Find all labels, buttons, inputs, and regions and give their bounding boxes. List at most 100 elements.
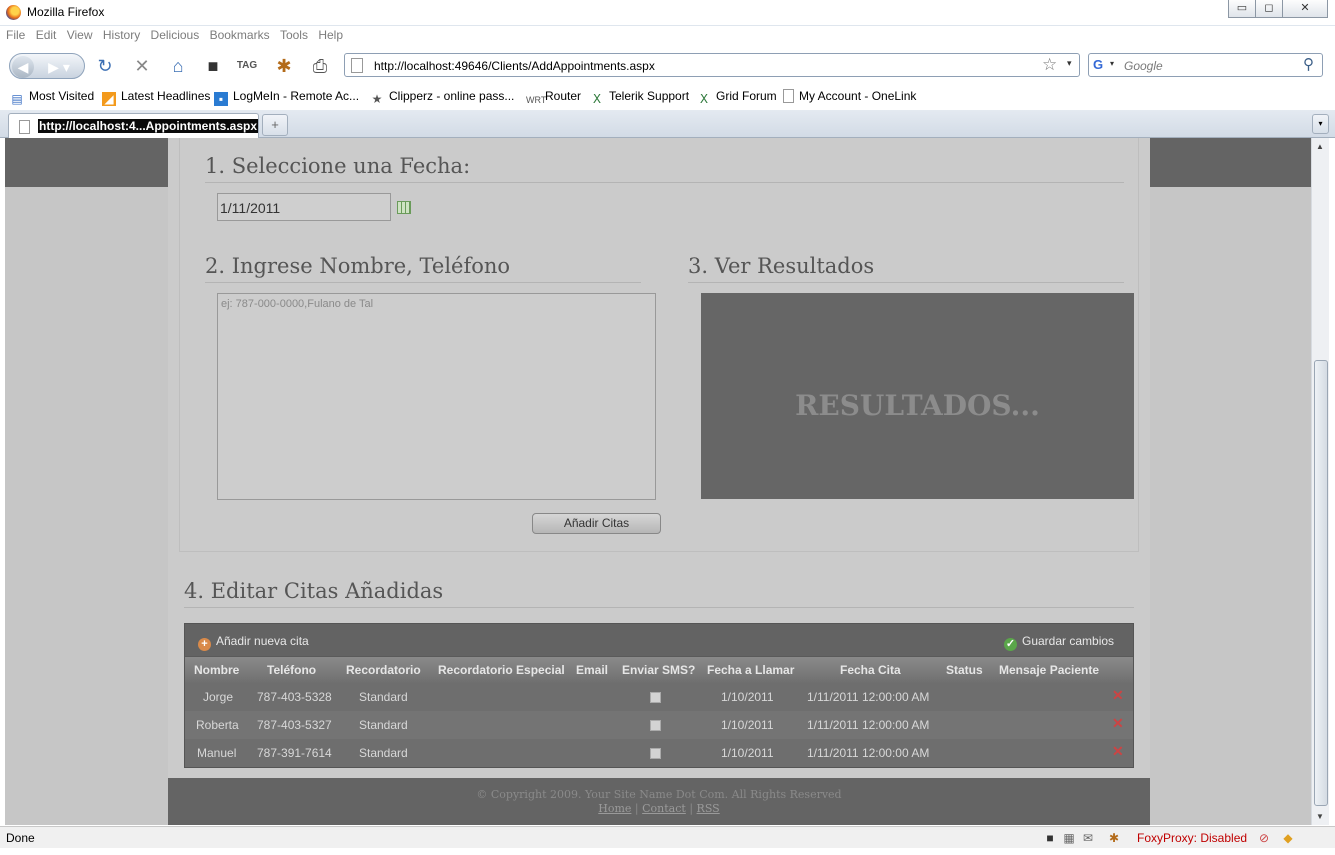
- menu-bar: File Edit View History Delicious Bookmar…: [6, 28, 350, 48]
- scroll-down-icon[interactable]: ▼: [1316, 812, 1324, 821]
- tab-label: http://localhost:4...Appointments.aspx: [38, 119, 259, 133]
- bookmark-telerik-support[interactable]: Ⅹ Telerik Support: [590, 89, 689, 106]
- menu-view[interactable]: View: [67, 28, 93, 42]
- footer-separator: |: [634, 802, 639, 815]
- copyright-text: © Copyright 2009. Your Site Name Dot Com…: [476, 788, 842, 801]
- google-icon[interactable]: G: [1093, 57, 1109, 73]
- names-phones-textarea[interactable]: ej: 787-000-0000,Fulano de Tal: [217, 293, 656, 500]
- bookmark-latest-headlines[interactable]: ◢ Latest Headlines: [102, 89, 210, 106]
- col-header-recordatorio[interactable]: Recordatorio: [346, 663, 421, 677]
- footer-link-contact[interactable]: Contact: [642, 802, 686, 815]
- addon-icon[interactable]: ◆: [1281, 831, 1295, 845]
- footer-link-home[interactable]: Home: [598, 802, 631, 815]
- stop-icon[interactable]: ✕: [131, 55, 153, 77]
- menu-help[interactable]: Help: [318, 28, 343, 42]
- bookmark-clipperz[interactable]: ★ Clipperz - online pass...: [370, 89, 515, 106]
- footer-link-rss[interactable]: RSS: [697, 802, 720, 815]
- reload-icon[interactable]: ↻: [94, 55, 116, 77]
- grid-status-icon[interactable]: ▦: [1062, 831, 1076, 845]
- menu-delicious[interactable]: Delicious: [151, 28, 200, 42]
- step2-heading: 2. Ingrese Nombre, Teléfono: [205, 254, 641, 283]
- router-icon: WRT: [526, 95, 547, 105]
- col-header-nombre[interactable]: Nombre: [194, 663, 239, 677]
- menu-file[interactable]: File: [6, 28, 25, 42]
- delete-icon[interactable]: ✕: [1112, 743, 1124, 760]
- col-header-telefono[interactable]: Teléfono: [267, 663, 316, 677]
- step1-heading: 1. Seleccione una Fecha:: [205, 154, 1124, 183]
- date-input[interactable]: 1/11/2011: [217, 193, 391, 221]
- sms-checkbox[interactable]: [650, 720, 661, 731]
- url-dropdown-icon[interactable]: ▾: [1067, 58, 1072, 69]
- page-icon: [19, 120, 30, 134]
- bookmark-logmein[interactable]: ▪ LogMeIn - Remote Ac...: [214, 89, 359, 106]
- col-header-mensaje-paciente[interactable]: Mensaje Paciente: [999, 663, 1099, 677]
- cell-telefono: 787-403-5327: [257, 718, 332, 732]
- delete-icon[interactable]: ✕: [1112, 715, 1124, 732]
- col-header-fecha-cita[interactable]: Fecha Cita: [840, 663, 901, 677]
- bookmark-my-account[interactable]: My Account - OneLink: [783, 89, 916, 103]
- save-changes-button[interactable]: ✓ Guardar cambios: [1004, 634, 1114, 651]
- bookmark-grid-forum[interactable]: Ⅹ Grid Forum: [697, 89, 777, 106]
- forward-arrow-icon[interactable]: ▶ ▾: [44, 57, 74, 77]
- bookmark-most-visited[interactable]: ▤ Most Visited: [10, 89, 94, 106]
- most-visited-icon: ▤: [11, 92, 23, 106]
- col-header-status[interactable]: Status: [946, 663, 983, 677]
- menu-edit[interactable]: Edit: [36, 28, 57, 42]
- col-header-enviar-sms[interactable]: Enviar SMS?: [622, 663, 695, 677]
- content-viewport: 1. Seleccione una Fecha: 1/11/2011 2. In…: [5, 138, 1311, 825]
- search-engine-dropdown-icon[interactable]: ▾: [1110, 59, 1114, 68]
- add-new-appointment-button[interactable]: + Añadir nueva cita: [198, 634, 309, 651]
- search-icon[interactable]: ⚲: [1303, 55, 1314, 73]
- results-panel: RESULTADOS...: [701, 293, 1134, 499]
- menu-history[interactable]: History: [103, 28, 140, 42]
- tab-add-appointments[interactable]: http://localhost:4...Appointments.aspx: [8, 113, 259, 139]
- minimize-button[interactable]: ▭: [1228, 0, 1256, 18]
- restore-button[interactable]: ◻: [1255, 0, 1283, 18]
- table-row[interactable]: Manuel 787-391-7614 Standard 1/10/2011 1…: [185, 739, 1133, 767]
- vertical-scrollbar[interactable]: ▲ ▼: [1311, 138, 1329, 825]
- table-row[interactable]: Jorge 787-403-5328 Standard 1/10/2011 1/…: [185, 683, 1133, 711]
- search-placeholder: Google: [1124, 59, 1163, 73]
- window-title: Mozilla Firefox: [27, 5, 105, 19]
- sms-checkbox[interactable]: [650, 692, 661, 703]
- col-header-fecha-llamar[interactable]: Fecha a Llamar: [707, 663, 794, 677]
- clipperz-icon: ★: [371, 92, 383, 106]
- url-bar[interactable]: http://localhost:49646/Clients/AddAppoin…: [344, 53, 1080, 77]
- sms-checkbox[interactable]: [650, 748, 661, 759]
- close-window-button[interactable]: ✕: [1282, 0, 1328, 18]
- add-appointments-button[interactable]: Añadir Citas: [532, 513, 661, 534]
- tag-icon[interactable]: TAG: [236, 55, 258, 77]
- proxy-disabled-icon[interactable]: ⊘: [1257, 831, 1271, 845]
- navigation-toolbar: ◀ ▶ ▾ ↻ ✕ ⌂ ■ TAG ✱ ⎙ http://localhost:4…: [0, 49, 1335, 83]
- bookmark-router[interactable]: WRTRouter: [526, 89, 581, 107]
- mail-icon[interactable]: ✉: [1081, 831, 1095, 845]
- foxyproxy-status[interactable]: FoxyProxy: Disabled: [1137, 831, 1247, 845]
- menu-bookmarks[interactable]: Bookmarks: [210, 28, 270, 42]
- scrollbar-thumb[interactable]: [1314, 360, 1328, 806]
- firebug-status-icon[interactable]: ✱: [1107, 831, 1121, 845]
- new-tab-button[interactable]: +: [262, 114, 288, 136]
- home-icon[interactable]: ⌂: [167, 55, 189, 77]
- cell-fecha-cita: 1/11/2011 12:00:00 AM: [807, 690, 930, 704]
- menu-tools[interactable]: Tools: [280, 28, 308, 42]
- search-bar[interactable]: G ▾ Google ⚲: [1088, 53, 1323, 77]
- firebug-icon[interactable]: ✱: [273, 55, 295, 77]
- calendar-icon[interactable]: [397, 201, 411, 214]
- url-text[interactable]: http://localhost:49646/Clients/AddAppoin…: [374, 59, 655, 73]
- cell-recordatorio: Standard: [359, 718, 408, 732]
- back-arrow-icon[interactable]: ◀: [12, 56, 34, 78]
- cell-recordatorio: Standard: [359, 690, 408, 704]
- print-icon[interactable]: ⎙: [309, 55, 331, 77]
- col-header-email[interactable]: Email: [576, 663, 608, 677]
- bookmark-star-icon[interactable]: ☆: [1042, 55, 1057, 75]
- delicious-icon[interactable]: ■: [202, 55, 224, 77]
- add-icon: +: [198, 638, 211, 651]
- delete-icon[interactable]: ✕: [1112, 687, 1124, 704]
- cell-fecha-llamar: 1/10/2011: [721, 718, 774, 732]
- cell-nombre: Manuel: [197, 746, 237, 760]
- scroll-up-icon[interactable]: ▲: [1316, 142, 1324, 151]
- col-header-recordatorio-especial[interactable]: Recordatorio Especial: [438, 663, 565, 677]
- tab-list-dropdown-icon[interactable]: ▾: [1312, 114, 1329, 134]
- table-row[interactable]: Roberta 787-403-5327 Standard 1/10/2011 …: [185, 711, 1133, 739]
- delicious-status-icon[interactable]: ■: [1043, 831, 1057, 845]
